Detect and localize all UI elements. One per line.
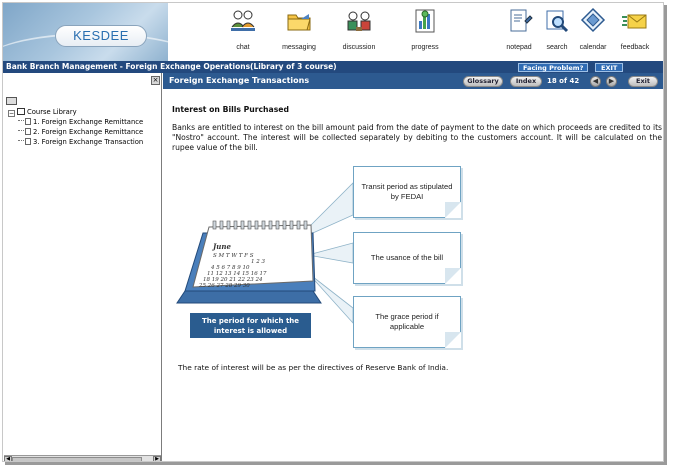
exit-lesson-button[interactable]: Exit (628, 76, 658, 87)
scroll-left-icon[interactable]: ◀ (4, 456, 12, 461)
chat-icon (231, 10, 255, 31)
toolbar-progress-button[interactable]: progress (397, 7, 453, 51)
tree-root-label: Course Library (27, 108, 77, 116)
brand-name: KESDEE (73, 28, 129, 43)
feedback-icon (622, 14, 647, 29)
lesson-paragraph: Banks are entitled to interest on the bi… (172, 123, 662, 152)
close-pane-icon[interactable]: × (151, 76, 160, 85)
calendar-icon (580, 7, 606, 33)
scroll-right-icon[interactable]: ▶ (153, 456, 161, 461)
card-grace-period: The grace period if applicable (353, 296, 461, 348)
card-text: The grace period if applicable (375, 312, 439, 331)
svg-text:1 2 3: 1 2 3 (251, 259, 265, 265)
kesdee-logo: KESDEE (3, 3, 168, 61)
glossary-button[interactable]: Glossary (463, 76, 503, 87)
scroll-thumb[interactable] (12, 457, 142, 461)
toolbar-discussion-label: discussion (342, 44, 376, 51)
page-icon (25, 118, 31, 125)
svg-text:S M T W T F S: S M T W T F S (213, 253, 254, 259)
lesson-footnote: The rate of interest will be as per the … (178, 363, 449, 372)
svg-text:25 26 27 28 29 30: 25 26 27 28 29 30 (198, 283, 250, 289)
toolbar-feedback-button[interactable]: feedback (607, 7, 663, 51)
tree-root[interactable]: − Course Library (8, 107, 162, 117)
toolbar-chat-button[interactable]: chat (215, 7, 271, 51)
course-title: Bank Branch Management - Foreign Exchang… (6, 62, 337, 71)
toolbar-progress-label: progress (411, 44, 439, 51)
page-icon (25, 128, 31, 135)
card-text: The usance of the bill (370, 253, 444, 262)
toolbar-messaging-label: messaging (282, 44, 316, 51)
course-tree: − Course Library 1. Foreign Exchange Remi… (8, 107, 162, 147)
toolbar-chat-label: chat (236, 44, 250, 51)
previous-page-icon[interactable]: ◀ (590, 76, 601, 87)
exit-top-button[interactable]: EXIT (595, 63, 624, 72)
top-toolbar: KESDEE chat messaging discussion progres… (3, 3, 663, 61)
app-window: KESDEE chat messaging discussion progres… (2, 2, 664, 462)
tree-item-3[interactable]: 3. Foreign Exchange Transaction (8, 137, 162, 147)
tree-item-1[interactable]: 1. Foreign Exchange Remittance (8, 117, 162, 127)
tree-item-label: 1. Foreign Exchange Remittance (33, 118, 144, 126)
page-icon (25, 138, 31, 145)
collapse-icon[interactable]: − (8, 110, 15, 117)
toolbar-discussion-button[interactable]: discussion (331, 7, 387, 51)
library-icon (6, 97, 17, 105)
lesson-heading: Interest on Bills Purchased (172, 105, 290, 114)
brand-badge: KESDEE (55, 25, 147, 47)
index-button[interactable]: Index (510, 76, 542, 87)
tree-item-label: 2. Foreign Exchange Remittance (33, 128, 144, 136)
tree-item-label: 3. Foreign Exchange Transaction (33, 138, 144, 146)
lesson-title-bar: Foreign Exchange Transactions (163, 73, 663, 89)
calendar-caption: The period for which the interest is all… (190, 313, 311, 338)
folder-messaging-icon (287, 14, 311, 31)
discussion-icon (347, 11, 371, 31)
calendar-month-label: June (211, 242, 231, 251)
book-icon (17, 108, 25, 115)
toolbar-messaging-button[interactable]: messaging (271, 7, 327, 51)
card-usance: The usance of the bill (353, 232, 461, 284)
progress-icon (415, 9, 435, 33)
card-text: Transit period as stipulated by FEDAI (361, 182, 453, 201)
toolbar-feedback-label: feedback (620, 44, 650, 51)
page-indicator: 18 of 42 (547, 77, 580, 85)
facing-problem-button[interactable]: Facing Problem? (518, 63, 589, 72)
next-page-icon[interactable]: ▶ (606, 76, 617, 87)
card-transit-period: Transit period as stipulated by FEDAI (353, 166, 461, 218)
tree-item-2[interactable]: 2. Foreign Exchange Remittance (8, 127, 162, 137)
calendar-illustration: June S M T W T F S 1 2 3 4 5 6 7 8 9 10 … (176, 220, 322, 304)
horizontal-scrollbar[interactable]: ◀ ▶ (4, 455, 161, 461)
lesson-title: Foreign Exchange Transactions (169, 76, 310, 85)
